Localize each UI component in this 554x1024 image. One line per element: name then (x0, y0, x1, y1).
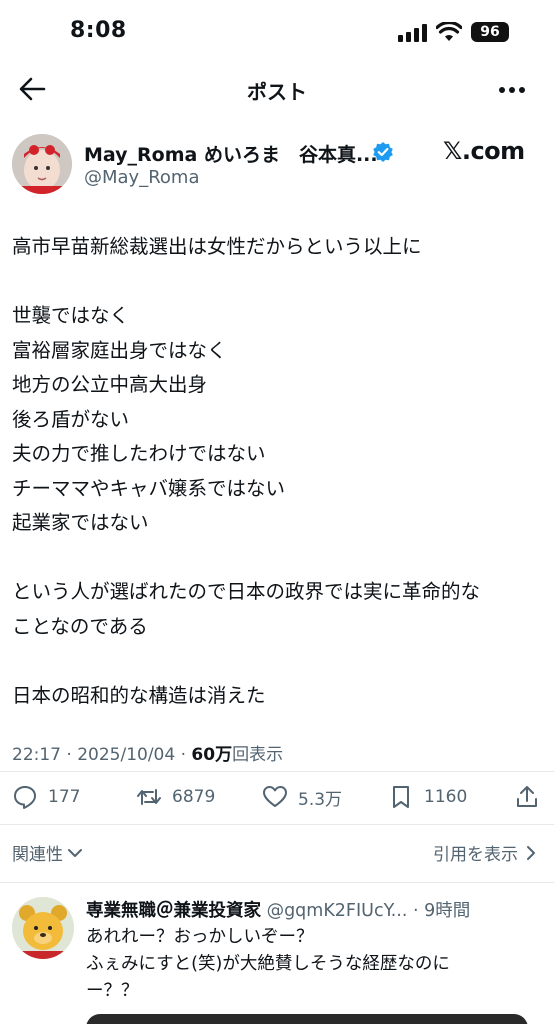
post-line: 地方の公立中高大出身 (12, 373, 208, 396)
views-label: 回表示 (232, 745, 284, 765)
post-line: という人が選ばれたので日本の政界では実に革命的な (12, 580, 481, 603)
reply-author-handle[interactable]: @gqmK2FIUcY... (261, 901, 408, 921)
bookmark-icon (393, 786, 409, 808)
post-line: 高市早苗新総裁選出は女性だからという以上に (12, 235, 422, 258)
repost-button[interactable]: 6879 (136, 780, 215, 814)
post-line: 日本の昭和的な構造は消えた (12, 683, 266, 707)
chevron-right-icon (527, 845, 535, 860)
reply-line: あれれー？おっかしいぞー？ (86, 927, 314, 947)
reply-button[interactable]: 177 (12, 780, 80, 814)
reply-time: · 9時間 (407, 901, 471, 921)
relevance-sort-dropdown[interactable]: 関連性 (12, 840, 83, 865)
author-avatar[interactable] (12, 134, 72, 194)
post-line: 富裕層家庭出身ではなく (12, 338, 227, 362)
reply-text: あれれー？おっかしいぞー？ ふぇみにすと(笑)が大絶賛しそうな経歴なのに ー？？ (86, 924, 526, 1005)
divider (0, 824, 554, 825)
bear-avatar-image (12, 897, 74, 959)
bookmark-button[interactable]: 1160 (388, 780, 467, 814)
baby-avatar-image (12, 134, 72, 194)
reply-count: 177 (48, 787, 81, 807)
status-bar: 8:08 96 (0, 0, 554, 64)
post-line (12, 644, 542, 679)
view-quotes-link[interactable]: 引用を表示 (433, 840, 538, 865)
divider (0, 882, 554, 883)
views-count: 60万 (191, 745, 233, 765)
post-line (12, 265, 542, 300)
battery-indicator: 96 (471, 22, 509, 42)
post-line: 後ろ盾がない (12, 407, 130, 431)
chevron-down-icon (68, 848, 82, 857)
reply-avatar[interactable] (12, 897, 74, 959)
reply-header: 専業無職＠兼業投資家 @gqmK2FIUcY... · 9時間 (86, 897, 470, 922)
bookmark-count: 1160 (424, 787, 468, 807)
verified-badge-icon (373, 142, 393, 162)
status-time: 8:08 (70, 18, 127, 43)
post-meta: 22:17 · 2025/10/04 · 60万回表示 (12, 740, 283, 765)
view-quotes-label: 引用を表示 (433, 845, 518, 865)
repost-count: 6879 (172, 787, 216, 807)
divider (0, 771, 554, 772)
heart-icon (263, 786, 287, 807)
wifi-icon (436, 22, 462, 41)
post-text: 高市早苗新総裁選出は女性だからという以上に 世襲ではなく 富裕層家庭出身ではなく… (12, 230, 542, 713)
share-button[interactable] (514, 780, 550, 814)
like-count: 5.3万 (298, 789, 343, 810)
repost-icon (137, 789, 161, 805)
post-line: チーママやキャバ嬢系ではない (12, 476, 286, 500)
post-line: ことなのである (12, 614, 148, 638)
reply-line: ふぇみにすと(笑)が大絶賛しそうな経歴なのに (86, 954, 450, 974)
reply-author-name[interactable]: 専業無職＠兼業投資家 (86, 901, 261, 921)
like-button[interactable]: 5.3万 (262, 780, 342, 814)
post-timestamp[interactable]: 22:17 · 2025/10/04 · (12, 745, 191, 765)
post-line: 夫の力で推したわけではない (12, 442, 266, 465)
reply-line: ー？？ (86, 981, 139, 1001)
page-title: ポスト (247, 80, 307, 104)
author-handle[interactable]: @May_Roma (84, 167, 200, 188)
x-com-logo: 𝕏.com (443, 137, 525, 165)
post-line: 起業家ではない (12, 511, 149, 534)
relevance-label: 関連性 (12, 845, 63, 865)
cellular-signal-icon (398, 24, 427, 42)
reply-icon (14, 786, 36, 809)
share-icon (517, 786, 537, 807)
more-options-icon[interactable] (498, 86, 526, 94)
post-line: 世襲ではなく (12, 304, 130, 327)
post-line (12, 541, 542, 576)
nav-header: ポスト (0, 64, 554, 114)
action-bar: 177 6879 5.3万 1160 (0, 780, 554, 814)
author-name[interactable]: May_Roma めいろま 谷本真... (84, 140, 378, 167)
reply-media-preview[interactable] (86, 1014, 528, 1024)
